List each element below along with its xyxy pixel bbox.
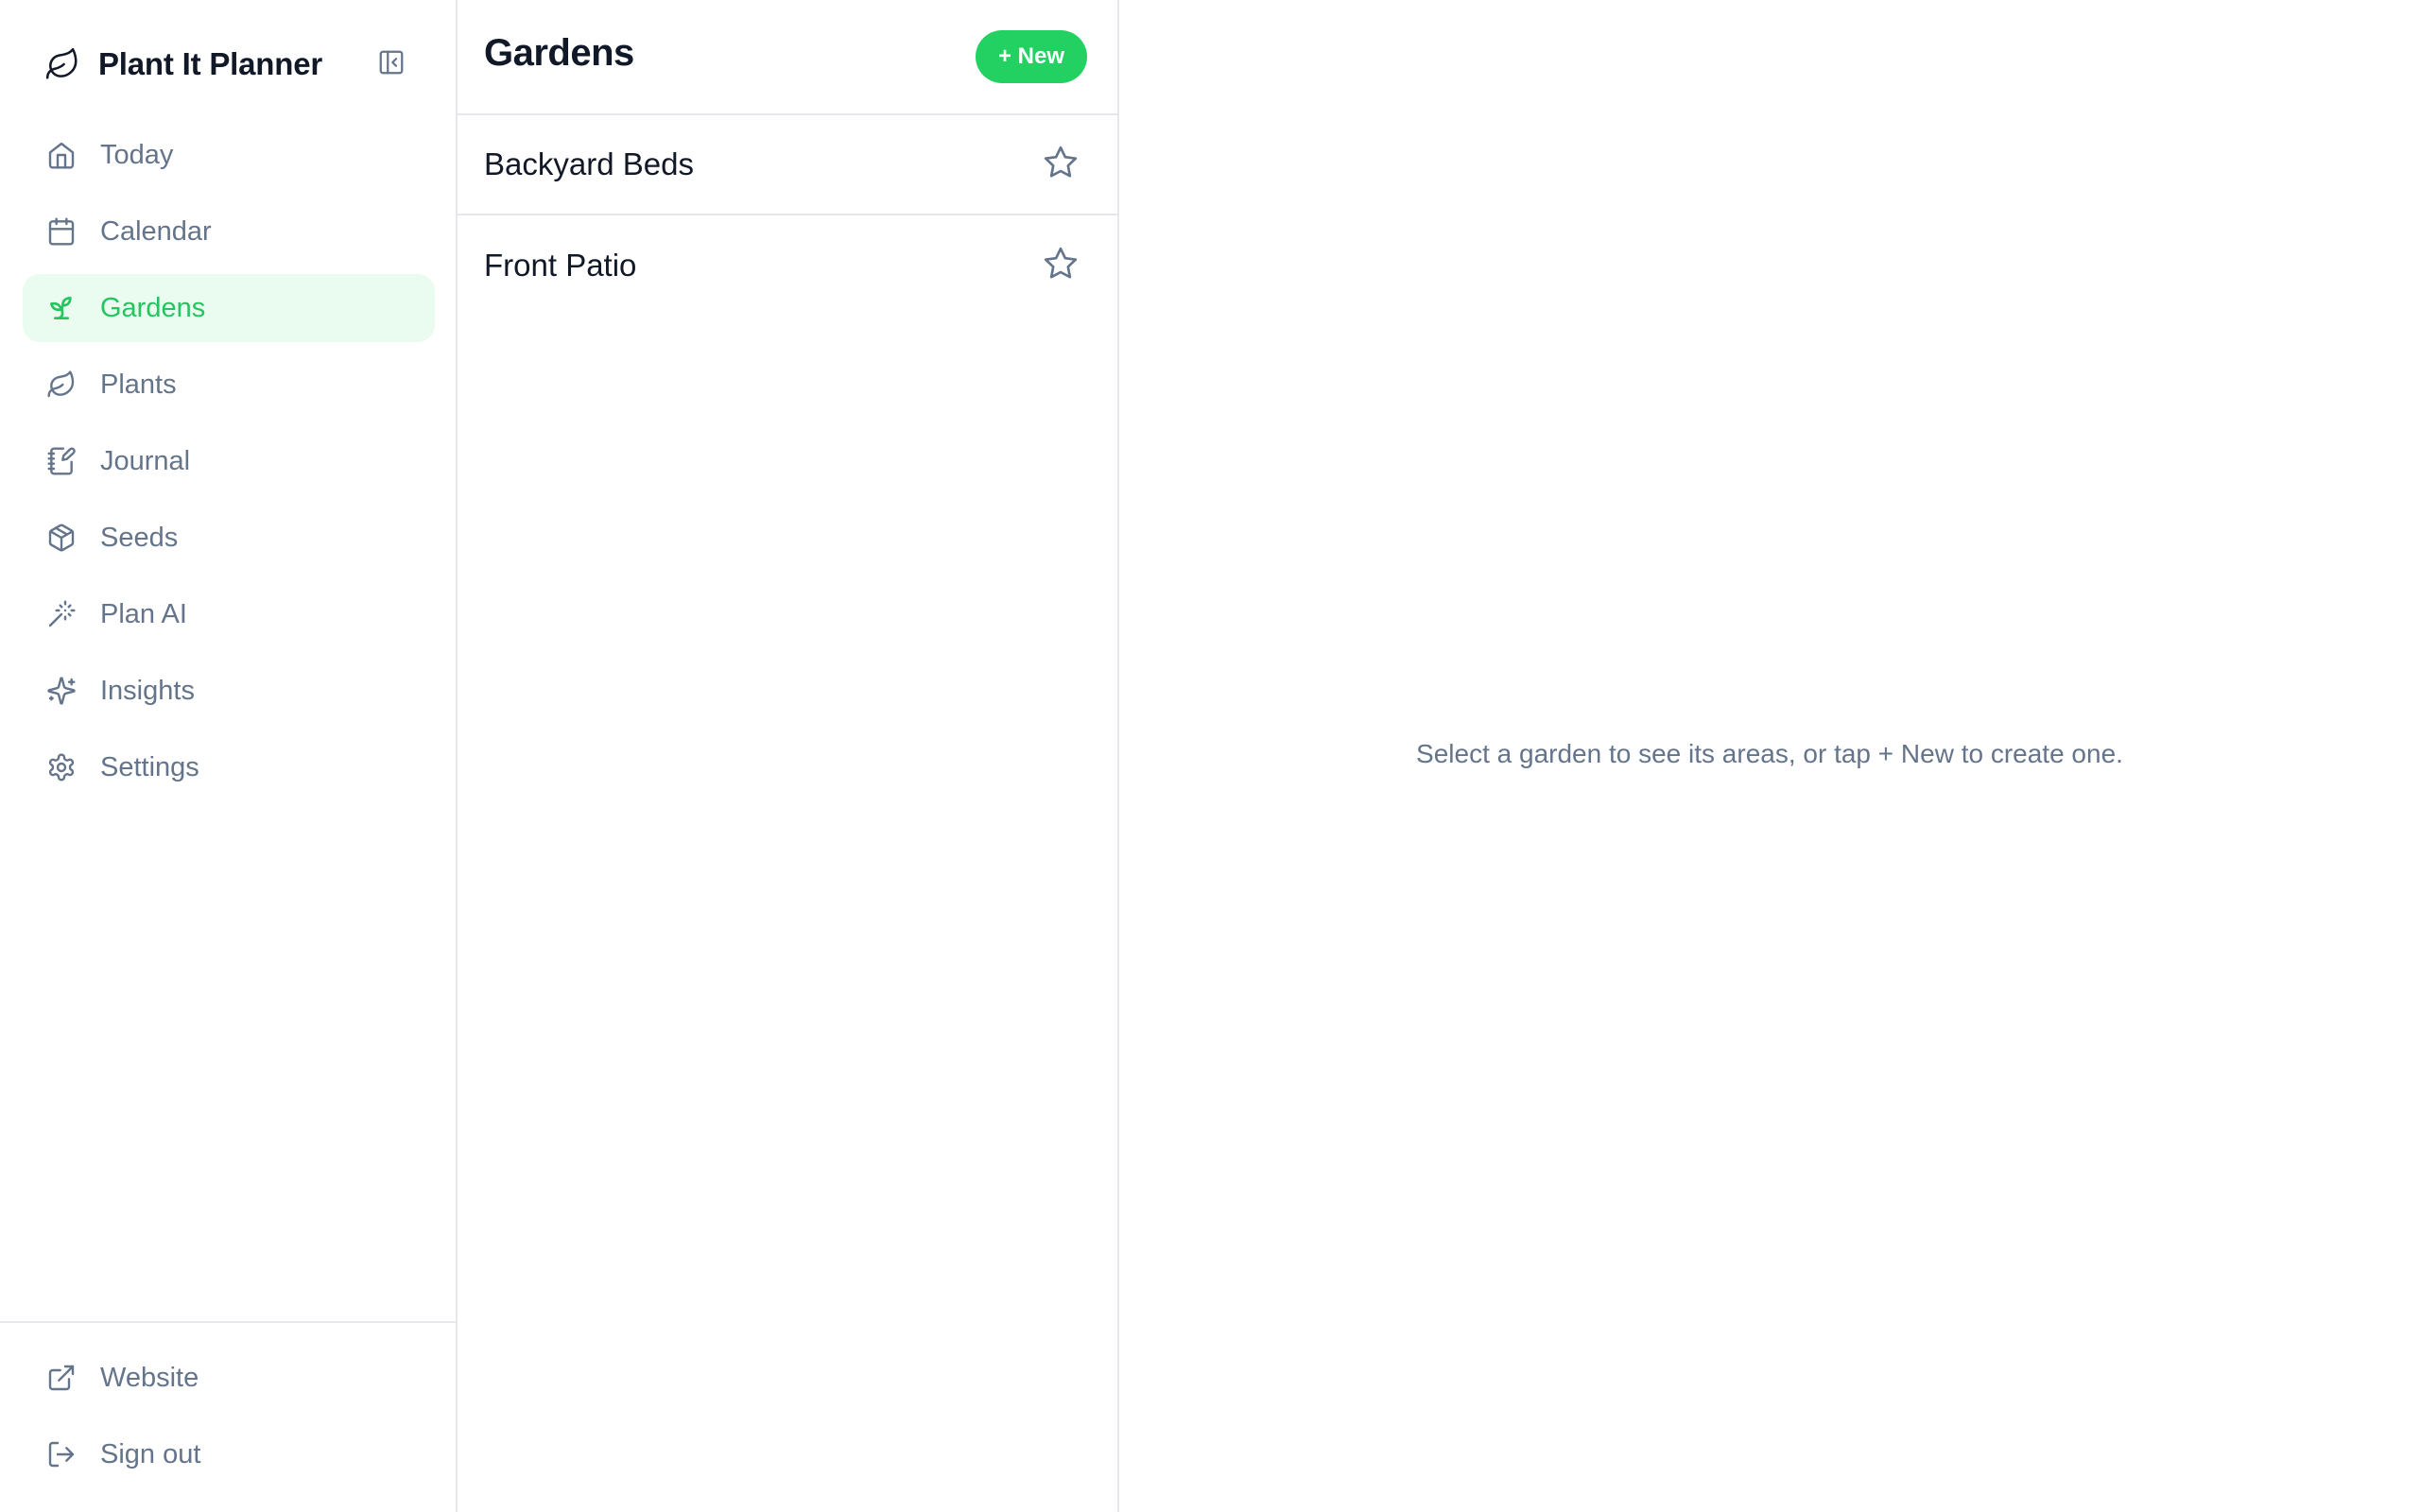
sidebar-item-insights[interactable]: Insights xyxy=(23,657,435,725)
sidebar-item-settings[interactable]: Settings xyxy=(23,733,435,801)
sidebar-item-gardens[interactable]: Gardens xyxy=(23,274,435,342)
sidebar-item-plan-ai[interactable]: Plan AI xyxy=(23,580,435,648)
sidebar-item-label: Sign out xyxy=(100,1438,201,1469)
sidebar-footer: Website Sign out xyxy=(0,1321,458,1497)
sidebar-item-label: Plan AI xyxy=(100,598,187,629)
star-icon xyxy=(1042,144,1080,186)
sidebar-item-label: Insights xyxy=(100,675,195,706)
sidebar-item-label: Plants xyxy=(100,369,177,400)
list-item[interactable]: Backyard Beds xyxy=(458,115,1117,215)
garden-name: Front Patio xyxy=(484,248,637,283)
brand: Plant It Planner xyxy=(42,40,322,89)
sidebar-item-plants[interactable]: Plants xyxy=(23,351,435,419)
sidebar-collapse-button[interactable] xyxy=(374,47,408,81)
new-garden-button[interactable]: + New xyxy=(975,30,1087,83)
magic-wand-icon xyxy=(45,598,78,630)
sidebar-item-journal[interactable]: Journal xyxy=(23,427,435,495)
list-item[interactable]: Front Patio xyxy=(458,215,1117,316)
sidebar-item-label: Website xyxy=(100,1362,199,1393)
star-icon xyxy=(1042,245,1080,287)
sidebar-item-label: Calendar xyxy=(100,215,212,247)
sidebar-item-label: Journal xyxy=(100,445,191,476)
gear-icon xyxy=(45,751,78,783)
empty-state-message: Select a garden to see its areas, or tap… xyxy=(1416,739,2123,768)
gardens-header: Gardens + New xyxy=(458,0,1117,115)
garden-name: Backyard Beds xyxy=(484,146,694,181)
page-title: Gardens xyxy=(484,32,634,74)
leaf-icon xyxy=(42,43,83,85)
notebook-pen-icon xyxy=(45,445,78,477)
sidebar-nav: Today Calendar Gardens Plants Journal Se… xyxy=(23,121,435,810)
sidebar-item-seeds[interactable]: Seeds xyxy=(23,504,435,572)
gardens-list-pane: Gardens + New Backyard Beds Front Patio xyxy=(458,0,1119,1512)
panel-collapse-icon xyxy=(377,48,406,81)
sidebar: Plant It Planner Today Calendar Gardens … xyxy=(0,0,458,1512)
sidebar-item-website[interactable]: Website xyxy=(23,1344,435,1412)
sidebar-item-label: Seeds xyxy=(100,522,179,553)
home-icon xyxy=(45,139,78,171)
calendar-icon xyxy=(45,215,78,248)
favorite-button[interactable] xyxy=(1040,144,1081,185)
app-title: Plant It Planner xyxy=(98,46,323,81)
sidebar-item-sign-out[interactable]: Sign out xyxy=(23,1420,435,1488)
app-window: Plant It Planner Today Calendar Gardens … xyxy=(0,0,2420,1512)
package-icon xyxy=(45,522,78,554)
external-link-icon xyxy=(45,1362,78,1394)
leaf-icon xyxy=(45,369,78,401)
favorite-button[interactable] xyxy=(1040,245,1081,286)
sparkles-icon xyxy=(45,675,78,707)
sidebar-item-label: Settings xyxy=(100,751,199,782)
sidebar-item-label: Gardens xyxy=(100,292,206,323)
sidebar-item-label: Today xyxy=(100,139,174,170)
sprout-icon xyxy=(45,292,78,324)
log-out-icon xyxy=(45,1438,78,1470)
garden-detail-pane: Select a garden to see its areas, or tap… xyxy=(1119,0,2420,1512)
sidebar-item-calendar[interactable]: Calendar xyxy=(23,198,435,266)
sidebar-item-today[interactable]: Today xyxy=(23,121,435,189)
